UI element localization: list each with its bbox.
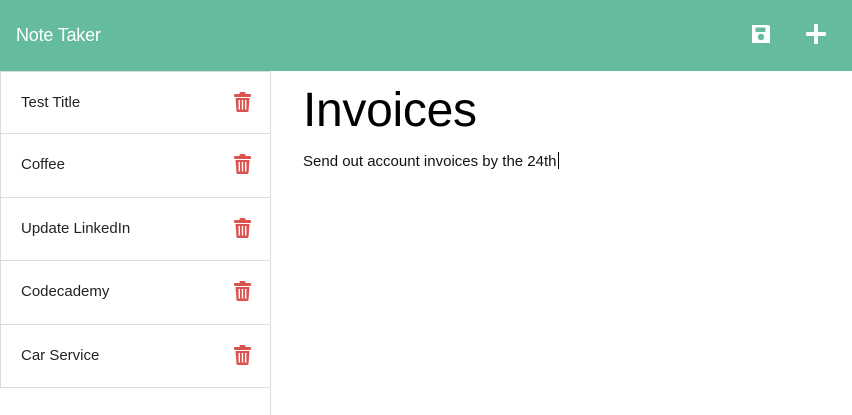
trash-icon[interactable] [234, 344, 251, 365]
app-brand[interactable]: Note Taker [16, 24, 101, 46]
note-list-item[interactable]: Test Title [0, 71, 270, 134]
note-list-item-title: Codecademy [21, 283, 110, 300]
note-list-item[interactable]: Codecademy [0, 261, 270, 325]
note-list-item-title: Coffee [21, 156, 65, 173]
note-list-item-title: Car Service [21, 346, 100, 364]
trash-icon[interactable] [234, 281, 251, 301]
note-title-input[interactable]: Invoices [303, 83, 477, 139]
note-list: Test Title Coffee Update LinkedIn Codeca… [0, 71, 271, 415]
note-list-item-title: Update LinkedIn [21, 219, 131, 237]
note-list-item[interactable]: Coffee [0, 134, 270, 198]
note-text-area[interactable]: Send out account invoices by the 24th [303, 152, 559, 171]
trash-icon[interactable] [234, 92, 251, 112]
plus-icon[interactable] [804, 22, 828, 46]
text-caret [557, 152, 559, 169]
note-editor: Invoices Send out account invoices by th… [271, 71, 852, 415]
note-list-item-title: Test Title [21, 94, 81, 111]
note-list-item[interactable]: Car Service [0, 324, 270, 388]
note-text: Send out account invoices by the 24th [303, 153, 557, 170]
note-list-item[interactable]: Update LinkedIn [0, 197, 270, 261]
trash-icon[interactable] [234, 154, 251, 174]
save-icon[interactable] [749, 22, 773, 46]
trash-icon[interactable] [234, 217, 251, 238]
navbar: Note Taker [0, 0, 852, 71]
